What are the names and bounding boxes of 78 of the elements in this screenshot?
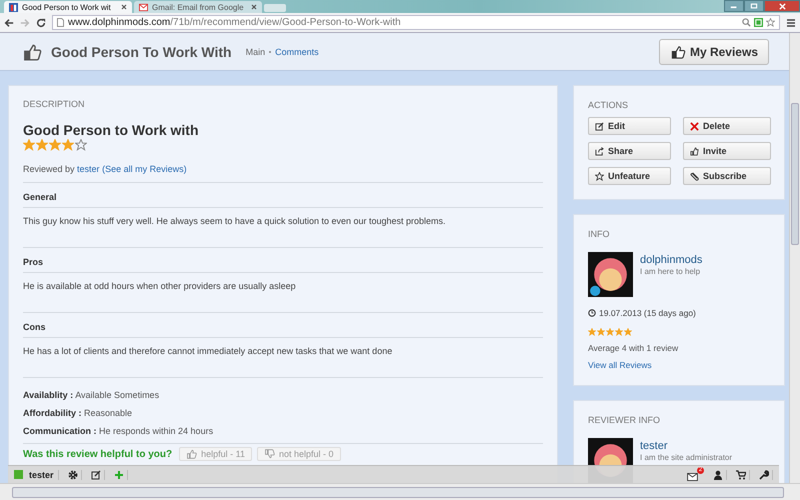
maximize-button[interactable] <box>744 0 764 12</box>
see-all-reviews-link[interactable]: (See all my Reviews) <box>102 164 187 174</box>
thumbs-up-icon <box>22 42 42 60</box>
attribute-line: Availablity : Available Sometimes <box>23 389 160 401</box>
view-all-reviews-link[interactable]: View all Reviews <box>588 359 770 371</box>
profile-tagline: I am the site administrator <box>640 453 732 463</box>
filled-star-icon <box>62 139 74 151</box>
reviewed-by-label: Reviewed by <box>23 164 75 174</box>
filled-star-icon <box>23 139 35 151</box>
close-icon <box>690 122 699 130</box>
star-icon <box>595 172 604 180</box>
page-title: Good Person To Work With <box>51 44 232 60</box>
menu-icon[interactable] <box>786 18 796 28</box>
address-field[interactable]: www.dolphinmods.com/71b/m/recommend/view/Good-Person-to-Work-with <box>52 15 780 30</box>
site-icon <box>9 2 18 12</box>
nav-link[interactable]: Comments <box>275 46 319 56</box>
browser-tab[interactable]: Good Person to Work wit <box>4 1 132 13</box>
back-icon[interactable] <box>4 18 14 28</box>
section-heading: DESCRIPTION <box>23 98 86 110</box>
separator-dot <box>269 50 272 52</box>
minimize-icon <box>730 4 738 8</box>
section-text: This guy know his stuff very well. He always seem to have a quick solution to even our toughest problems. <box>23 215 447 228</box>
close-window-button[interactable] <box>764 0 800 12</box>
attribute-line: Affordability : Reasonable <box>23 407 134 419</box>
extension-icon[interactable] <box>754 18 763 27</box>
status-square-icon <box>14 470 23 479</box>
section-heading: INFO <box>588 228 610 240</box>
minimize-button[interactable] <box>724 0 744 12</box>
reload-icon[interactable] <box>36 18 46 28</box>
share-icon <box>595 146 604 156</box>
nav-link[interactable]: Main <box>246 46 266 56</box>
horizontal-scrollbar[interactable] <box>0 483 800 500</box>
action-button[interactable]: Edit <box>588 117 671 135</box>
helpful-question: Was this review helpful to you? <box>23 448 172 460</box>
cart-icon[interactable] <box>733 470 750 480</box>
search-icon[interactable] <box>742 18 751 27</box>
section-heading: REVIEWER INFO <box>588 414 662 426</box>
mail-icon <box>139 2 148 12</box>
average-rating-text: Average 4 with 1 review <box>588 342 680 354</box>
profile-name-link[interactable]: tester <box>640 440 732 453</box>
maximize-icon <box>750 3 758 9</box>
profile-tagline: I am here to help <box>640 267 702 277</box>
clock-icon <box>588 309 596 317</box>
close-icon[interactable] <box>121 4 127 10</box>
page-icon <box>57 18 64 27</box>
envelope-icon <box>687 472 698 480</box>
close-icon[interactable] <box>251 4 257 10</box>
avatar-drawing <box>588 252 633 297</box>
action-button[interactable]: Subscribe <box>683 167 771 185</box>
section-title: General <box>23 183 543 208</box>
action-button[interactable]: Delete <box>683 117 771 135</box>
section-heading: ACTIONS <box>588 99 630 111</box>
section-text: He has a lot of clients and therefore cannot immediately accept new tasks that we want done <box>23 345 394 358</box>
action-button[interactable]: Invite <box>683 142 771 160</box>
thumbs-up-icon <box>186 449 198 459</box>
filled-star-icon <box>36 139 48 151</box>
thumbs-down-icon <box>264 449 275 459</box>
attribute-line: Communication : He responds within 24 hours <box>23 425 214 437</box>
browser-tab[interactable]: Gmail: Email from Google <box>134 1 262 13</box>
section-title: Cons <box>23 313 543 338</box>
section-title: Pros <box>23 248 543 273</box>
review-title: Good Person to Work with <box>23 121 200 139</box>
thumbs-up-icon <box>670 44 686 58</box>
date-text: 19.07.2013 (15 days ago) <box>599 307 696 319</box>
user-link[interactable]: tester <box>77 164 100 174</box>
action-button[interactable]: Share <box>588 142 671 160</box>
my-reviews-button[interactable]: My Reviews <box>658 38 769 64</box>
filled-star-icon <box>49 139 61 151</box>
toolbar-user-name[interactable]: tester <box>29 470 59 480</box>
profile-name-link[interactable]: dolphinmods <box>640 254 702 267</box>
vertical-scrollbar[interactable] <box>789 33 800 483</box>
bookmark-star-icon[interactable] <box>766 18 775 27</box>
thumbs-up-icon <box>690 146 699 156</box>
edit-icon <box>595 122 604 130</box>
section-text: He is available at odd hours when other providers are usually asleep <box>23 280 297 293</box>
paperclip-icon <box>690 172 699 180</box>
action-button[interactable]: Unfeature <box>588 167 671 185</box>
close-icon <box>778 2 786 10</box>
